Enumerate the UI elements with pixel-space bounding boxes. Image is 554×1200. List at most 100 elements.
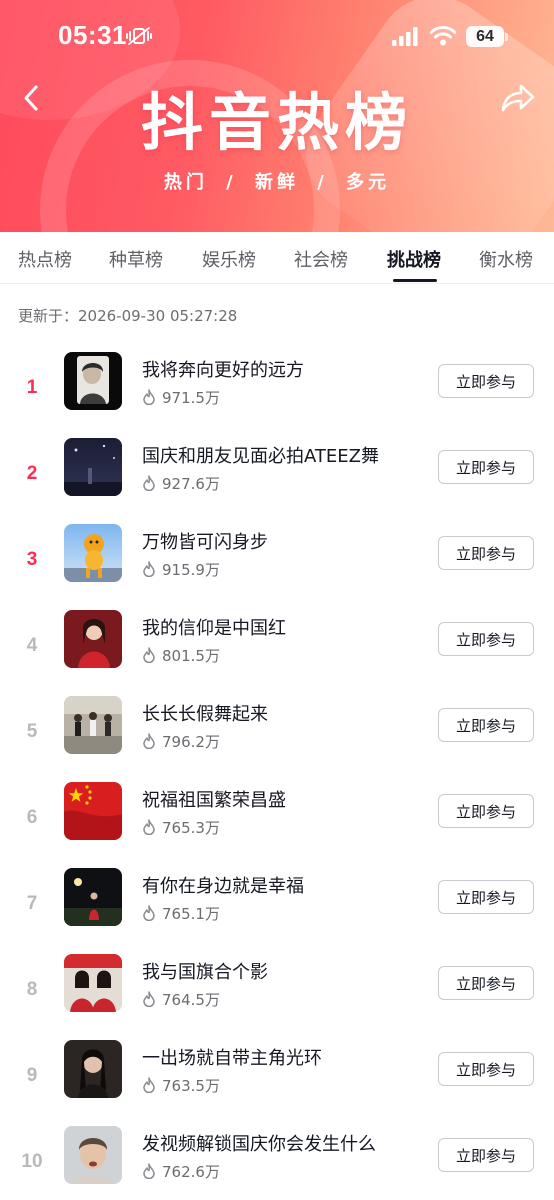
heat-text: 915.9万 <box>162 560 220 579</box>
wifi-icon <box>430 26 456 46</box>
updated-time: 更新于：2026-09-30 05:27:28 <box>18 307 238 325</box>
ranking-tabs: 热点榜 种草榜 娱乐榜 社会榜 挑战榜 衡水榜 <box>0 232 554 284</box>
flame-icon <box>143 475 155 491</box>
list-item[interactable]: 5 长长长假舞起来 796.2万 立即参与 <box>0 696 554 782</box>
flame-icon <box>143 733 155 749</box>
join-button[interactable]: 立即参与 <box>438 1052 534 1086</box>
cellular-signal-icon <box>392 27 418 46</box>
thumbnail-image <box>64 696 122 754</box>
thumbnail-image <box>64 524 122 582</box>
page-subtitle: 热门 / 新鲜 / 多元 <box>163 172 391 193</box>
challenge-title[interactable]: 我的信仰是中国红 <box>142 614 286 640</box>
rank-number: 7 <box>26 893 38 914</box>
status-time: 05:31 <box>58 20 127 50</box>
heat-value: 763.5万 <box>142 1074 220 1096</box>
join-button[interactable]: 立即参与 <box>438 1138 534 1172</box>
heat-value: 765.1万 <box>142 902 220 924</box>
list-item[interactable]: 10 发视频解锁国庆你会发生什么 762.6万 立即参与 <box>0 1126 554 1200</box>
heat-value: 796.2万 <box>142 730 220 752</box>
tab-hot[interactable]: 热点榜 <box>18 246 72 272</box>
tab-recommend[interactable]: 种草榜 <box>109 246 163 272</box>
challenge-title[interactable]: 我将奔向更好的远方 <box>142 356 304 382</box>
challenge-title[interactable]: 祝福祖国繁荣昌盛 <box>142 786 286 812</box>
join-button[interactable]: 立即参与 <box>438 880 534 914</box>
battery-level: 64 <box>476 27 494 45</box>
rank-number: 1 <box>26 377 38 398</box>
challenge-title[interactable]: 我与国旗合个影 <box>142 958 268 984</box>
heat-value: 801.5万 <box>142 644 220 666</box>
flame-icon <box>143 991 155 1007</box>
rank-number: 10 <box>21 1151 43 1172</box>
heat-text: 765.3万 <box>162 818 220 837</box>
challenge-title[interactable]: 国庆和朋友见面必拍ATEEZ舞 <box>142 442 379 468</box>
thumbnail-image <box>64 610 122 668</box>
rank-number: 9 <box>26 1065 38 1086</box>
list-item[interactable]: 7 有你在身边就是幸福 765.1万 立即参与 <box>0 868 554 954</box>
rank-number: 3 <box>26 549 38 570</box>
heat-text: 801.5万 <box>162 646 220 665</box>
thumbnail-image <box>64 782 122 840</box>
list-item[interactable]: 9 一出场就自带主角光环 763.5万 立即参与 <box>0 1040 554 1126</box>
tab-entertainment[interactable]: 娱乐榜 <box>202 246 256 272</box>
flame-icon <box>143 389 155 405</box>
thumbnail-image <box>64 352 122 410</box>
thumbnail-image <box>64 868 122 926</box>
rank-number: 4 <box>26 635 38 656</box>
rank-number: 8 <box>26 979 38 1000</box>
challenge-title[interactable]: 有你在身边就是幸福 <box>142 872 304 898</box>
heat-value: 764.5万 <box>142 988 220 1010</box>
heat-text: 796.2万 <box>162 732 220 751</box>
flame-icon <box>143 1077 155 1093</box>
flame-icon <box>143 561 155 577</box>
active-tab-indicator <box>393 279 437 282</box>
challenge-title[interactable]: 万物皆可闪身步 <box>142 528 268 554</box>
vibrate-mute-icon <box>126 27 152 45</box>
heat-value: 762.6万 <box>142 1160 220 1182</box>
heat-text: 764.5万 <box>162 990 220 1009</box>
thumbnail-image <box>64 438 122 496</box>
heat-value: 971.5万 <box>142 386 220 408</box>
battery-cap <box>505 33 508 41</box>
heat-text: 765.1万 <box>162 904 220 923</box>
tab-challenge[interactable]: 挑战榜 <box>387 246 441 272</box>
heat-text: 971.5万 <box>162 388 220 407</box>
join-button[interactable]: 立即参与 <box>438 708 534 742</box>
list-item[interactable]: 2 国庆和朋友见面必拍ATEEZ舞 927.6万 立即参与 <box>0 438 554 524</box>
list-item[interactable]: 6 祝福祖国繁荣昌盛 765.3万 立即参与 <box>0 782 554 868</box>
challenge-title[interactable]: 长长长假舞起来 <box>142 700 268 726</box>
list-item[interactable]: 1 我将奔向更好的远方 971.5万 立即参与 <box>0 352 554 438</box>
rank-number: 2 <box>26 463 38 484</box>
list-item[interactable]: 3 万物皆可闪身步 915.9万 立即参与 <box>0 524 554 610</box>
status-bar: 05:31 64 <box>0 0 554 72</box>
page-title: 抖音热榜 <box>140 86 413 159</box>
join-button[interactable]: 立即参与 <box>438 794 534 828</box>
tab-society[interactable]: 社会榜 <box>294 246 348 272</box>
join-button[interactable]: 立即参与 <box>438 622 534 656</box>
flame-icon <box>143 905 155 921</box>
heat-value: 765.3万 <box>142 816 220 838</box>
thumbnail-image <box>64 1040 122 1098</box>
challenge-title[interactable]: 发视频解锁国庆你会发生什么 <box>142 1130 376 1156</box>
challenge-title[interactable]: 一出场就自带主角光环 <box>142 1044 322 1070</box>
flame-icon <box>143 1163 155 1179</box>
heat-text: 762.6万 <box>162 1162 220 1181</box>
flame-icon <box>143 819 155 835</box>
heat-value: 927.6万 <box>142 472 220 494</box>
list-item[interactable]: 4 我的信仰是中国红 801.5万 立即参与 <box>0 610 554 696</box>
thumbnail-image <box>64 1126 122 1184</box>
battery-indicator: 64 <box>466 26 504 47</box>
tab-hengshui[interactable]: 衡水榜 <box>479 246 533 272</box>
heat-text: 927.6万 <box>162 474 220 493</box>
flame-icon <box>143 647 155 663</box>
rank-number: 5 <box>26 721 38 742</box>
heat-value: 915.9万 <box>142 558 220 580</box>
thumbnail-image <box>64 954 122 1012</box>
list-item[interactable]: 8 我与国旗合个影 764.5万 立即参与 <box>0 954 554 1040</box>
join-button[interactable]: 立即参与 <box>438 536 534 570</box>
join-button[interactable]: 立即参与 <box>438 450 534 484</box>
join-button[interactable]: 立即参与 <box>438 364 534 398</box>
heat-text: 763.5万 <box>162 1076 220 1095</box>
rank-number: 6 <box>26 807 38 828</box>
join-button[interactable]: 立即参与 <box>438 966 534 1000</box>
header-banner: 05:31 64 抖音热榜 热门 / 新鲜 / 多元 <box>0 0 554 232</box>
